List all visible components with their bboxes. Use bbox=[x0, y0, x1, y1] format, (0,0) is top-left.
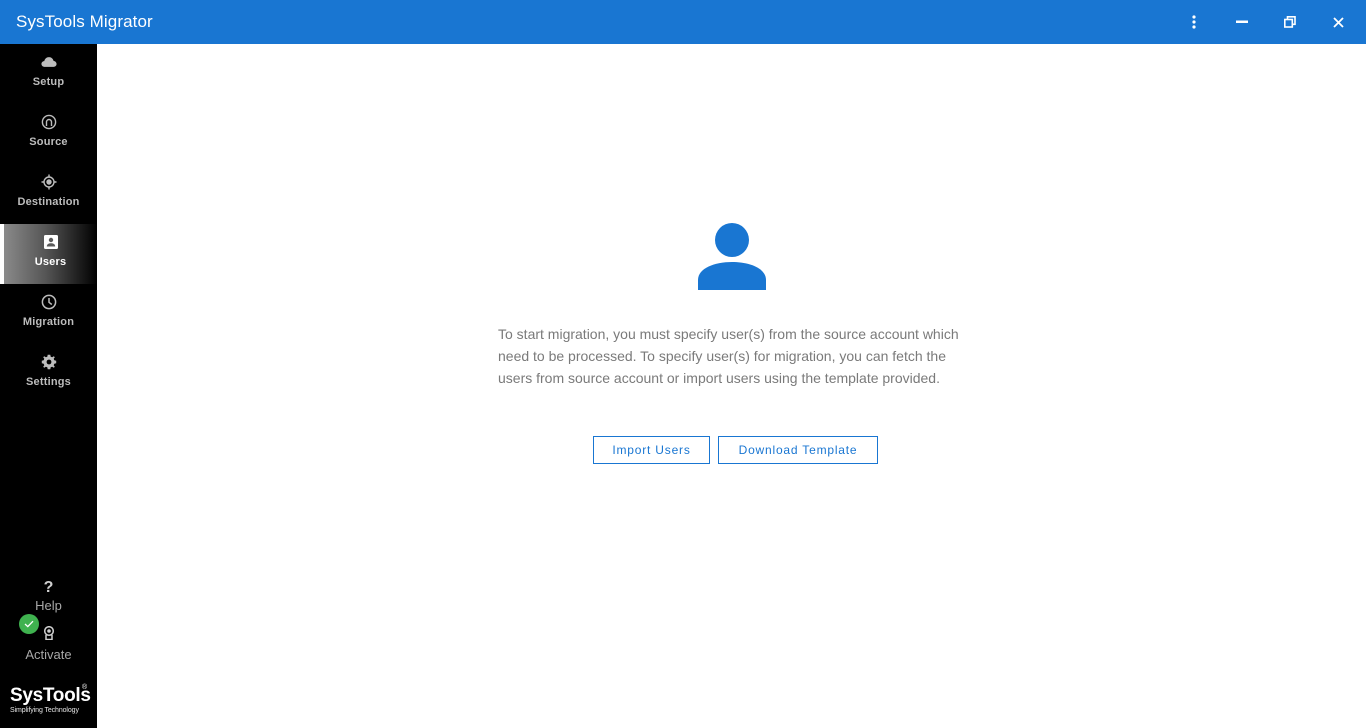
gear-icon bbox=[41, 354, 57, 370]
systools-logo: SysTools ® Simplifying Technology bbox=[10, 684, 94, 715]
sidebar-item-settings[interactable]: Settings bbox=[0, 344, 97, 404]
activate-button[interactable]: Activate bbox=[0, 625, 97, 662]
sidebar-item-label: Setup bbox=[32, 76, 65, 88]
sidebar-item-setup[interactable]: Setup bbox=[0, 44, 97, 104]
sidebar-item-label: Settings bbox=[26, 376, 71, 388]
close-button[interactable] bbox=[1314, 0, 1362, 44]
sidebar-item-label: Migration bbox=[22, 316, 75, 328]
user-badge-icon bbox=[43, 234, 59, 250]
sidebar-item-users[interactable]: Users bbox=[0, 224, 97, 284]
clock-icon bbox=[41, 294, 57, 310]
activate-label: Activate bbox=[25, 647, 72, 662]
award-icon bbox=[43, 625, 55, 645]
restore-button[interactable] bbox=[1266, 0, 1314, 44]
minimize-icon bbox=[1236, 20, 1248, 24]
more-vertical-icon bbox=[1192, 15, 1196, 29]
help-button[interactable]: ? Help bbox=[0, 579, 97, 614]
source-icon bbox=[41, 114, 57, 130]
sidebar-item-label: Users bbox=[34, 256, 67, 268]
sidebar-item-migration[interactable]: Migration bbox=[0, 284, 97, 344]
import-users-button[interactable]: Import Users bbox=[593, 436, 710, 464]
user-placeholder-icon bbox=[697, 222, 767, 292]
target-icon bbox=[41, 174, 57, 190]
restore-icon bbox=[1284, 16, 1296, 28]
download-template-button[interactable]: Download Template bbox=[718, 436, 878, 464]
registered-mark: ® bbox=[82, 684, 88, 691]
more-options-button[interactable] bbox=[1170, 0, 1218, 44]
title-bar: SysTools Migrator bbox=[0, 0, 1366, 44]
help-icon: ? bbox=[43, 579, 54, 596]
sidebar-item-label: Source bbox=[29, 136, 68, 148]
sidebar-item-source[interactable]: Source bbox=[0, 104, 97, 164]
logo-tagline: Simplifying Technology bbox=[10, 707, 79, 714]
sidebar-item-destination[interactable]: Destination bbox=[0, 164, 97, 224]
sidebar-item-label: Destination bbox=[17, 196, 80, 208]
app-title: SysTools Migrator bbox=[16, 12, 153, 31]
sidebar: Setup Source Destination Users Migration… bbox=[0, 44, 97, 728]
users-instructions: To start migration, you must specify use… bbox=[498, 326, 959, 386]
help-label: Help bbox=[35, 598, 62, 613]
cloud-icon bbox=[40, 54, 57, 70]
minimize-button[interactable] bbox=[1218, 0, 1266, 44]
main-content: To start migration, you must specify use… bbox=[97, 44, 1366, 728]
activated-check-icon bbox=[19, 614, 39, 634]
close-icon bbox=[1332, 16, 1344, 28]
